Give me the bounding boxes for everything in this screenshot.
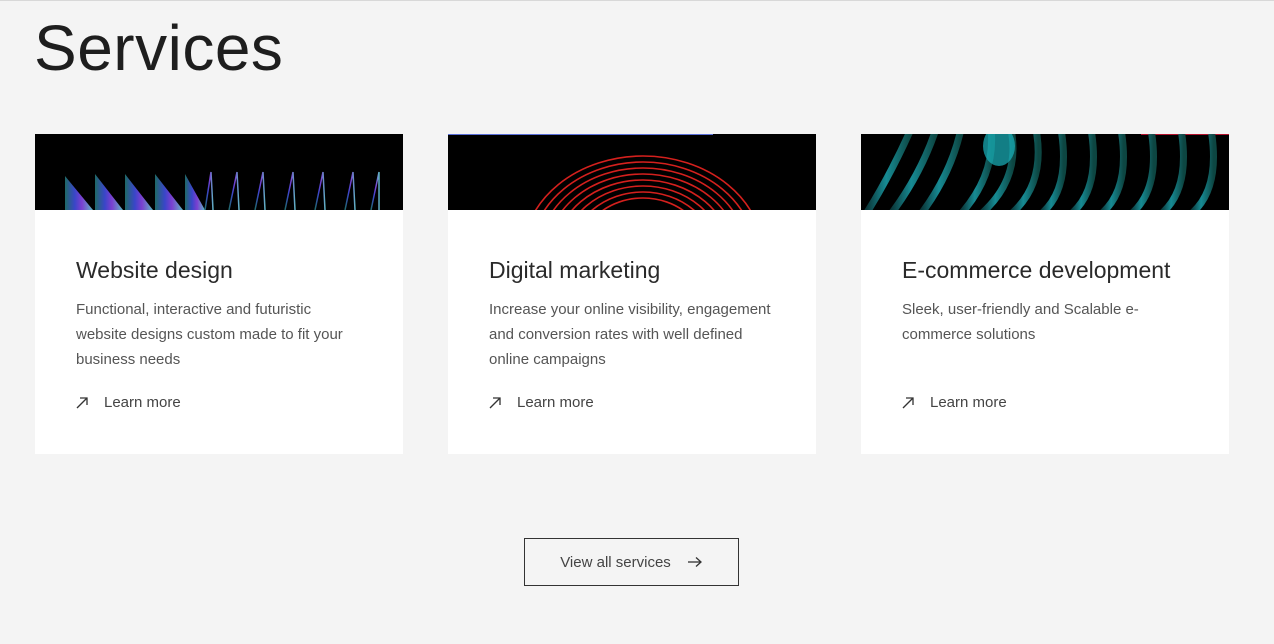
- services-cards: Website design Functional, interactive a…: [35, 134, 1229, 454]
- service-card-website-design: Website design Functional, interactive a…: [35, 134, 403, 454]
- service-card-ecommerce: E-commerce development Sleek, user-frien…: [861, 134, 1229, 454]
- banner-triangles-image: [35, 134, 403, 210]
- learn-more-label: Learn more: [517, 394, 594, 411]
- card-description: Sleek, user-friendly and Scalable e-comm…: [902, 301, 1139, 343]
- card-description: Functional, interactive and futuristic w…: [76, 301, 343, 368]
- learn-more-link[interactable]: Learn more: [901, 394, 1007, 411]
- view-all-label: View all services: [560, 553, 671, 571]
- learn-more-link[interactable]: Learn more: [75, 394, 181, 411]
- service-card-digital-marketing: Digital marketing Increase your online v…: [448, 134, 816, 454]
- view-all-services-button[interactable]: View all services: [524, 538, 739, 586]
- card-title: E-commerce development: [902, 257, 1171, 283]
- services-page: Services Website design Functional, inte…: [0, 0, 1274, 644]
- card-description: Increase your online visibility, engagem…: [489, 301, 771, 368]
- card-title: Digital marketing: [489, 257, 661, 283]
- arrow-right-icon: [687, 557, 702, 567]
- banner-red-arcs-image: [448, 134, 816, 210]
- arrow-up-right-icon: [76, 396, 88, 408]
- arrow-up-right-icon: [489, 396, 501, 408]
- arrow-up-right-icon: [902, 396, 914, 408]
- card-title: Website design: [76, 257, 233, 283]
- banner-teal-waves-image: [861, 134, 1229, 210]
- learn-more-label: Learn more: [930, 394, 1007, 411]
- page-title: Services: [34, 12, 284, 84]
- learn-more-label: Learn more: [104, 394, 181, 411]
- learn-more-link[interactable]: Learn more: [488, 394, 594, 411]
